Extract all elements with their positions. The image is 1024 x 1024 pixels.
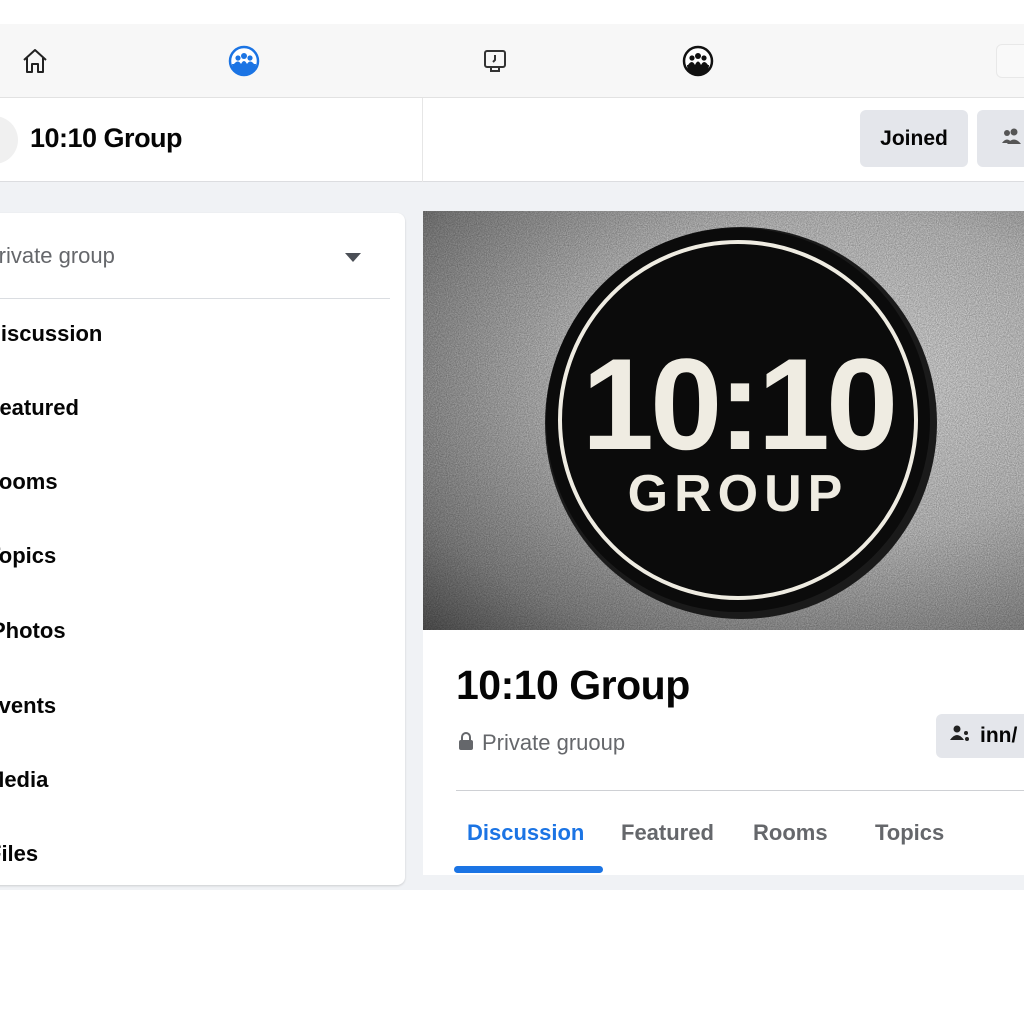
group-logo: 10:10 GROUP: [423, 211, 1024, 630]
header-divider: [422, 98, 423, 182]
active-tab-indicator: [454, 866, 603, 873]
chevron-down-icon[interactable]: [345, 253, 361, 262]
watch-icon[interactable]: [478, 44, 512, 78]
group-title: 10:10 Group: [456, 662, 690, 708]
groups-icon[interactable]: [227, 44, 261, 78]
home-icon[interactable]: [18, 44, 52, 78]
sidebar-item-photos[interactable]: Photos: [0, 618, 66, 644]
invite-label: inn/: [980, 724, 1018, 747]
sidebar-item-discussion[interactable]: Discussion: [0, 321, 102, 347]
add-people-icon: [950, 724, 972, 748]
svg-text:10:10: 10:10: [582, 331, 895, 477]
divider: [456, 790, 1024, 791]
sidebar-item-events[interactable]: Events: [0, 693, 56, 719]
sidebar-card: Private group Discussion Featured Rooms …: [0, 213, 405, 885]
community-icon[interactable]: [681, 44, 715, 78]
tab-topics[interactable]: Topics: [875, 820, 944, 846]
lock-icon: [458, 730, 474, 756]
top-navigation-bar: [0, 24, 1024, 98]
group-avatar[interactable]: [0, 116, 18, 164]
header-title: 10:10 Group: [30, 123, 183, 153]
joined-button[interactable]: Joined: [860, 110, 968, 167]
group-header-bar: 10:10 Group Joined: [0, 98, 1024, 182]
privacy-dropdown[interactable]: Private group: [0, 243, 115, 269]
group-privacy: Private gruoup: [458, 730, 625, 756]
svg-text:GROUP: GROUP: [628, 465, 849, 523]
privacy-text: Private gruoup: [482, 730, 626, 755]
invite-button[interactable]: inn/: [936, 714, 1024, 758]
divider: [0, 298, 390, 299]
sidebar-item-featured[interactable]: Featured: [0, 395, 79, 421]
people-icon: [1001, 127, 1024, 151]
sidebar-item-rooms[interactable]: Rooms: [0, 469, 58, 495]
sidebar-item-files[interactable]: Files: [0, 841, 38, 867]
tab-rooms[interactable]: Rooms: [753, 820, 828, 846]
members-button[interactable]: [977, 110, 1024, 167]
tab-featured[interactable]: Featured: [621, 820, 714, 846]
sidebar-item-topics[interactable]: Topics: [0, 543, 56, 569]
cover-photo[interactable]: 10:10 GROUP: [423, 211, 1024, 630]
sidebar-item-media[interactable]: Media: [0, 767, 48, 793]
menu-button[interactable]: [996, 44, 1024, 78]
tab-discussion[interactable]: Discussion: [467, 820, 584, 846]
group-info-card: 10:10 Group Private gruoup inn/ Discussi…: [423, 630, 1024, 875]
